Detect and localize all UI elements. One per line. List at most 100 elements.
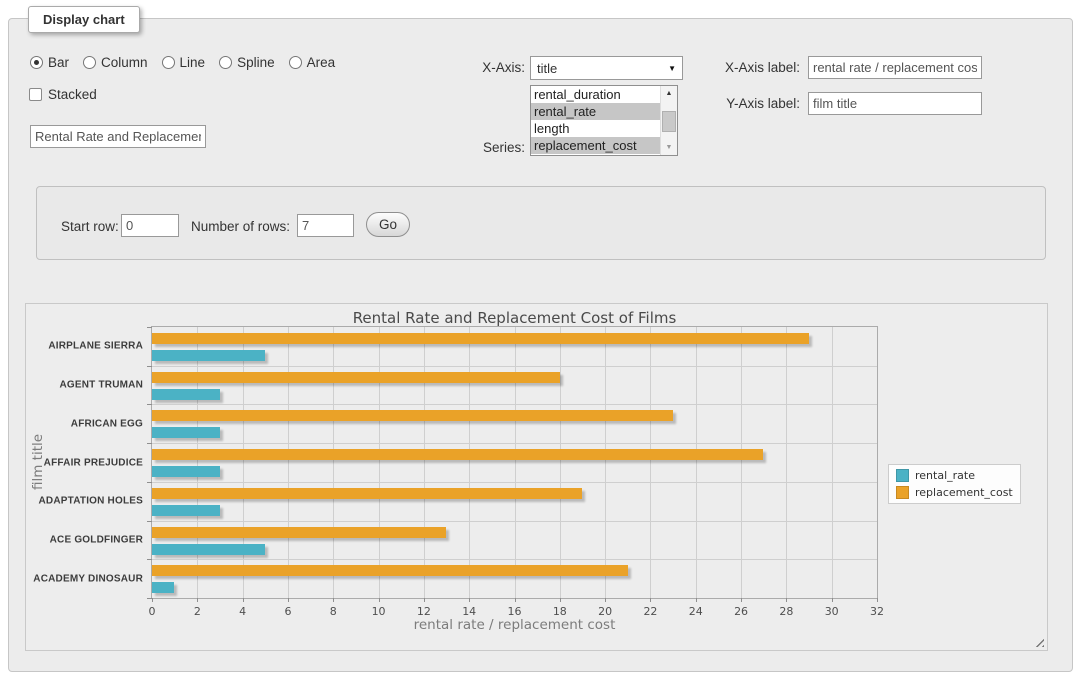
radio-button-icon[interactable]: [83, 56, 96, 69]
listbox-option-length[interactable]: length: [531, 120, 660, 137]
y-tickmark: [147, 598, 152, 599]
gridline-x-28: [786, 327, 787, 598]
bar-replacement_cost: [152, 565, 628, 576]
legend-item-replacement_cost: replacement_cost: [896, 486, 1013, 499]
series-options: rental_durationrental_ratelengthreplacem…: [531, 86, 660, 155]
radio-spline[interactable]: Spline: [219, 55, 275, 70]
gridline-x-26: [741, 327, 742, 598]
legend-swatch-icon: [896, 486, 909, 499]
x-tickmark: [515, 598, 516, 602]
radio-label: Bar: [48, 55, 69, 70]
bar-replacement_cost: [152, 333, 809, 344]
listbox-option-rental_rate[interactable]: rental_rate: [531, 103, 660, 120]
gridline-y: [152, 521, 877, 522]
y-tickmark: [147, 366, 152, 367]
bar-rental_rate: [152, 427, 220, 438]
gridline-x-6: [288, 327, 289, 598]
listbox-scrollbar[interactable]: ▲ ▼: [660, 86, 677, 155]
series-select-label: Series:: [430, 140, 525, 155]
radio-button-icon[interactable]: [289, 56, 302, 69]
number-of-rows-input[interactable]: [297, 214, 354, 237]
resize-handle-icon[interactable]: [1032, 635, 1044, 647]
gridline-x-18: [560, 327, 561, 598]
x-tickmark: [333, 598, 334, 602]
radio-line[interactable]: Line: [162, 55, 206, 70]
x-tickmark: [469, 598, 470, 602]
scroll-up-icon[interactable]: ▲: [661, 86, 677, 101]
radio-area[interactable]: Area: [289, 55, 336, 70]
y-tickmark: [147, 443, 152, 444]
legend-swatch-icon: [896, 469, 909, 482]
scrollbar-thumb[interactable]: [662, 111, 676, 132]
gridline-x-2: [197, 327, 198, 598]
gridline-y: [152, 404, 877, 405]
x-tickmark: [741, 598, 742, 602]
radio-bar[interactable]: Bar: [30, 55, 69, 70]
row-range-panel: Start row: Number of rows: Go: [36, 186, 1046, 260]
number-of-rows-label: Number of rows:: [191, 219, 290, 234]
radio-button-icon[interactable]: [219, 56, 232, 69]
radio-label: Area: [307, 55, 336, 70]
chevron-down-icon: ▼: [668, 64, 676, 73]
chart-legend: rental_rate replacement_cost: [888, 464, 1021, 504]
x-tickmark: [243, 598, 244, 602]
radio-label: Spline: [237, 55, 275, 70]
listbox-option-rental_duration[interactable]: rental_duration: [531, 86, 660, 103]
bar-rental_rate: [152, 505, 220, 516]
category-label: AIRPLANE SIERRA: [48, 341, 143, 352]
x-tickmark: [832, 598, 833, 602]
display-chart-page: Display chart Bar Column Line Spline Area St…: [0, 0, 1081, 681]
chart-type-radio-group: Bar Column Line Spline Area: [30, 55, 335, 70]
radio-button-icon[interactable]: [30, 56, 43, 69]
chart-title: Rental Rate and Replacement Cost of Film…: [151, 309, 878, 327]
listbox-option-replacement_cost[interactable]: replacement_cost: [531, 137, 660, 154]
fieldset-legend: Display chart: [28, 6, 140, 33]
gridline-x-4: [243, 327, 244, 598]
y-tickmark: [147, 404, 152, 405]
radio-column[interactable]: Column: [83, 55, 148, 70]
gridline-y: [152, 482, 877, 483]
bar-replacement_cost: [152, 449, 763, 460]
x-tickmark: [786, 598, 787, 602]
stacked-checkbox[interactable]: [29, 88, 42, 101]
stacked-label: Stacked: [48, 87, 97, 102]
x-tickmark: [650, 598, 651, 602]
stacked-checkbox-row[interactable]: Stacked: [29, 87, 97, 102]
bar-rental_rate: [152, 582, 174, 593]
gridline-x-12: [424, 327, 425, 598]
x-tickmark: [877, 598, 878, 602]
bar-replacement_cost: [152, 410, 673, 421]
y-axis-label-input[interactable]: [808, 92, 982, 115]
y-tickmark: [147, 482, 152, 483]
x-axis-select-label: X-Axis:: [430, 60, 525, 75]
bar-rental_rate: [152, 544, 265, 555]
bar-rental_rate: [152, 350, 265, 361]
y-axis-title: film title: [30, 434, 46, 490]
go-button[interactable]: Go: [366, 212, 410, 237]
start-row-input[interactable]: [121, 214, 179, 237]
legend-item-rental_rate: rental_rate: [896, 469, 1013, 482]
chart-title-input[interactable]: [30, 125, 206, 148]
gridline-y: [152, 443, 877, 444]
gridline-x-20: [605, 327, 606, 598]
x-axis-select[interactable]: title ▼: [530, 56, 683, 80]
legend-label: replacement_cost: [915, 486, 1013, 499]
bar-rental_rate: [152, 466, 220, 477]
category-label: ACADEMY DINOSAUR: [33, 573, 143, 584]
scroll-down-icon[interactable]: ▼: [661, 140, 677, 155]
gridline-x-8: [333, 327, 334, 598]
category-label: AGENT TRUMAN: [59, 380, 143, 391]
gridline-y: [152, 559, 877, 560]
radio-button-icon[interactable]: [162, 56, 175, 69]
x-axis-label-label: X-Axis label:: [700, 60, 800, 75]
series-listbox[interactable]: rental_durationrental_ratelengthreplacem…: [530, 85, 678, 156]
x-tickmark: [696, 598, 697, 602]
category-label: AFRICAN EGG: [71, 418, 143, 429]
y-tickmark: [147, 559, 152, 560]
x-tickmark: [152, 598, 153, 602]
y-tickmark: [147, 521, 152, 522]
radio-label: Column: [101, 55, 148, 70]
x-axis-label-input[interactable]: [808, 56, 982, 79]
bar-replacement_cost: [152, 527, 446, 538]
y-tickmark: [147, 327, 152, 328]
